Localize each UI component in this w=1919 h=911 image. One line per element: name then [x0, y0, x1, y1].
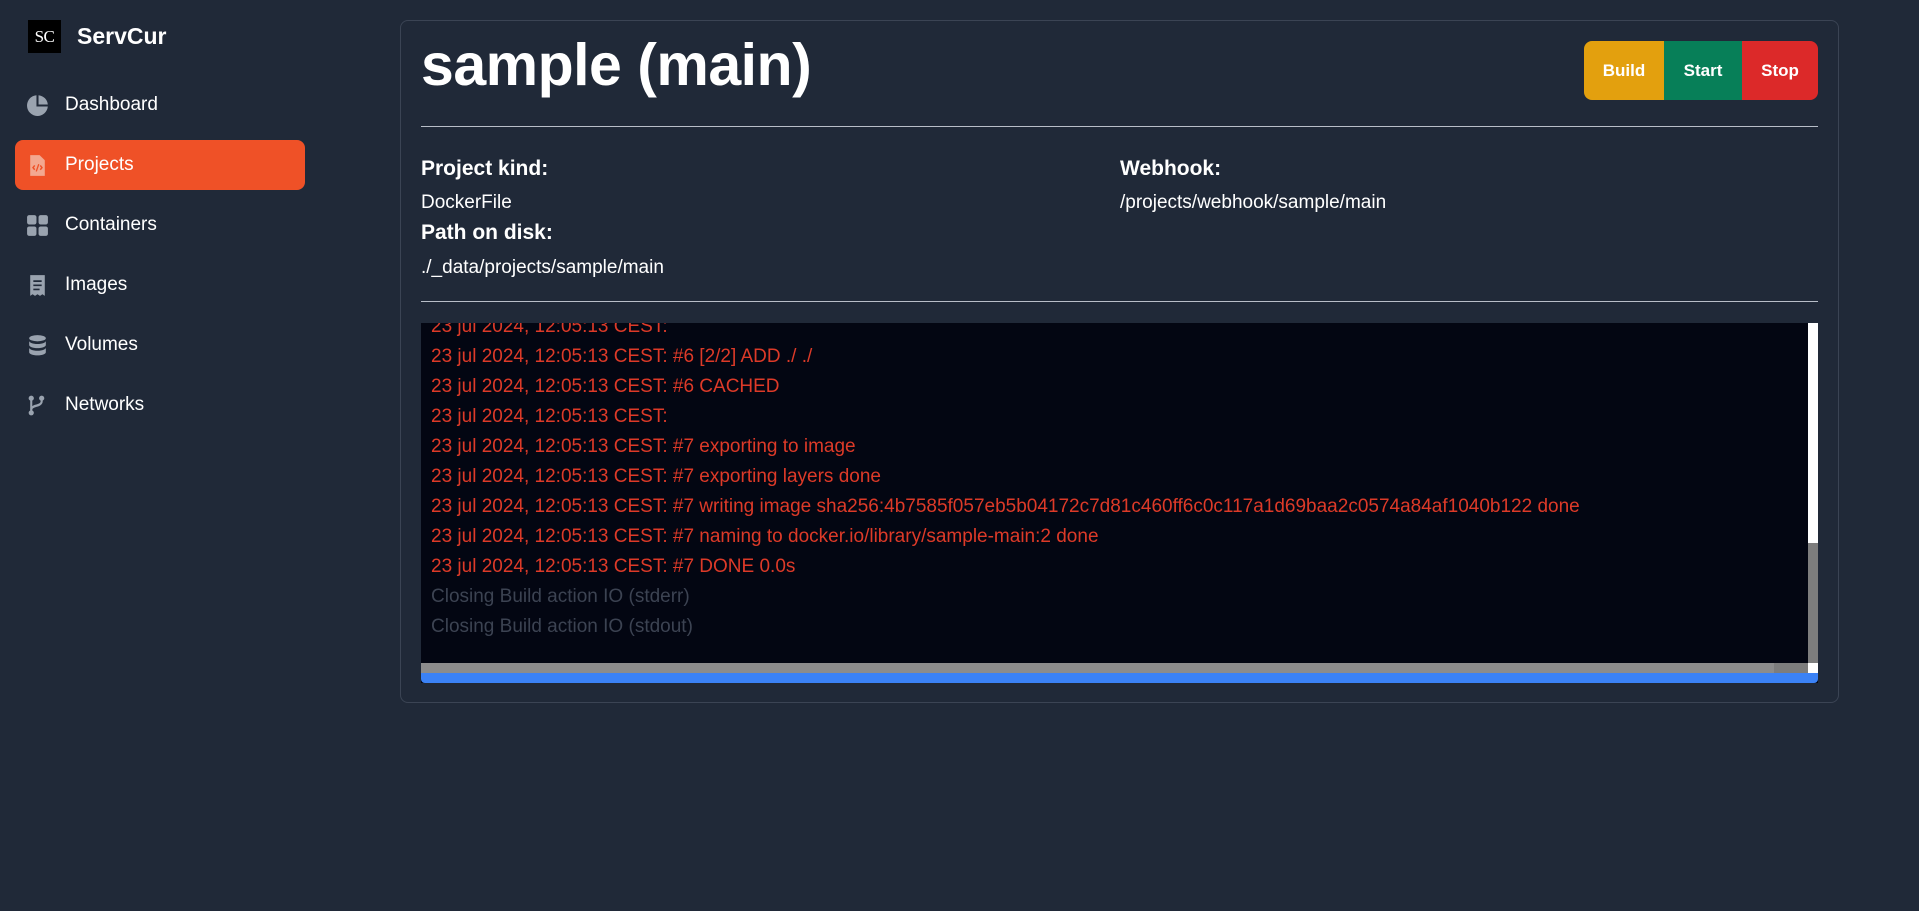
- database-icon: [25, 333, 50, 358]
- log-line: 23 jul 2024, 12:05:13 CEST: #7 writing i…: [431, 496, 1580, 517]
- log-line: 23 jul 2024, 12:05:13 CEST: #7 exporting…: [431, 436, 856, 457]
- sidebar-nav: Dashboard Projects Containers Images Vol: [15, 80, 305, 440]
- log-progress-bar: [421, 673, 1818, 683]
- log-line: 23 jul 2024, 12:05:13 CEST: #7 DONE 0.0s: [431, 556, 796, 577]
- file-code-icon: [25, 153, 50, 178]
- sidebar-item-containers[interactable]: Containers: [15, 200, 305, 250]
- receipt-icon: [25, 273, 50, 298]
- path-on-disk-label: Path on disk:: [421, 221, 553, 244]
- grid-icon: [25, 213, 50, 238]
- brand[interactable]: SC ServCur: [28, 20, 166, 53]
- log-vertical-scrollbar[interactable]: [1808, 323, 1818, 663]
- info-divider: [421, 301, 1818, 302]
- project-kind-label: Project kind:: [421, 157, 549, 180]
- sidebar: SC ServCur Dashboard Projects Containers: [0, 0, 320, 911]
- webhook-value: /projects/webhook/sample/main: [1120, 192, 1387, 213]
- pie-chart-icon: [25, 93, 50, 118]
- sidebar-item-label: Containers: [65, 214, 157, 235]
- log-line: 23 jul 2024, 12:05:13 CEST: #6 CACHED: [431, 376, 780, 397]
- log-horizontal-scroll-thumb[interactable]: [421, 663, 1774, 673]
- sidebar-item-label: Images: [65, 274, 128, 295]
- header-divider: [421, 126, 1818, 127]
- sidebar-item-networks[interactable]: Networks: [15, 380, 305, 430]
- sidebar-item-images[interactable]: Images: [15, 260, 305, 310]
- project-card: sample (main) Build Start Stop Project k…: [400, 20, 1839, 703]
- log-line: 23 jul 2024, 12:05:13 CEST: #7 naming to…: [431, 526, 1099, 547]
- log-lines: 23 jul 2024, 12:05:13 CEST: 23 jul 2024, …: [431, 323, 1791, 642]
- log-output[interactable]: 23 jul 2024, 12:05:13 CEST: 23 jul 2024, …: [421, 323, 1818, 683]
- page-title: sample (main): [421, 32, 812, 98]
- sidebar-item-label: Volumes: [65, 334, 138, 355]
- build-button[interactable]: Build: [1584, 41, 1664, 100]
- webhook-label: Webhook:: [1120, 157, 1222, 180]
- sidebar-item-label: Dashboard: [65, 94, 158, 115]
- scroll-corner: [1808, 663, 1818, 673]
- log-line: 23 jul 2024, 12:05:13 CEST:: [431, 323, 668, 337]
- log-line: Closing Build action IO (stdout): [431, 616, 693, 637]
- project-kind-value: DockerFile: [421, 192, 512, 213]
- log-line: 23 jul 2024, 12:05:13 CEST: #7 exporting…: [431, 466, 881, 487]
- action-buttons: Build Start Stop: [1584, 41, 1818, 100]
- log-vertical-scroll-thumb[interactable]: [1808, 323, 1818, 543]
- sidebar-item-projects[interactable]: Projects: [15, 140, 305, 190]
- sidebar-item-dashboard[interactable]: Dashboard: [15, 80, 305, 130]
- path-on-disk-value: ./_data/projects/sample/main: [421, 257, 664, 278]
- sidebar-item-label: Projects: [65, 154, 134, 175]
- sidebar-item-volumes[interactable]: Volumes: [15, 320, 305, 370]
- stop-button[interactable]: Stop: [1742, 41, 1818, 100]
- log-line: 23 jul 2024, 12:05:13 CEST: #6 [2/2] ADD…: [431, 346, 813, 367]
- fork-icon: [25, 393, 50, 418]
- log-line: Closing Build action IO (stderr): [431, 586, 690, 607]
- start-button[interactable]: Start: [1664, 41, 1742, 100]
- log-line: 23 jul 2024, 12:05:13 CEST:: [431, 406, 668, 427]
- log-horizontal-scrollbar[interactable]: [421, 663, 1808, 673]
- brand-logo: SC: [28, 20, 61, 53]
- brand-name: ServCur: [77, 23, 167, 49]
- sidebar-item-label: Networks: [65, 394, 145, 415]
